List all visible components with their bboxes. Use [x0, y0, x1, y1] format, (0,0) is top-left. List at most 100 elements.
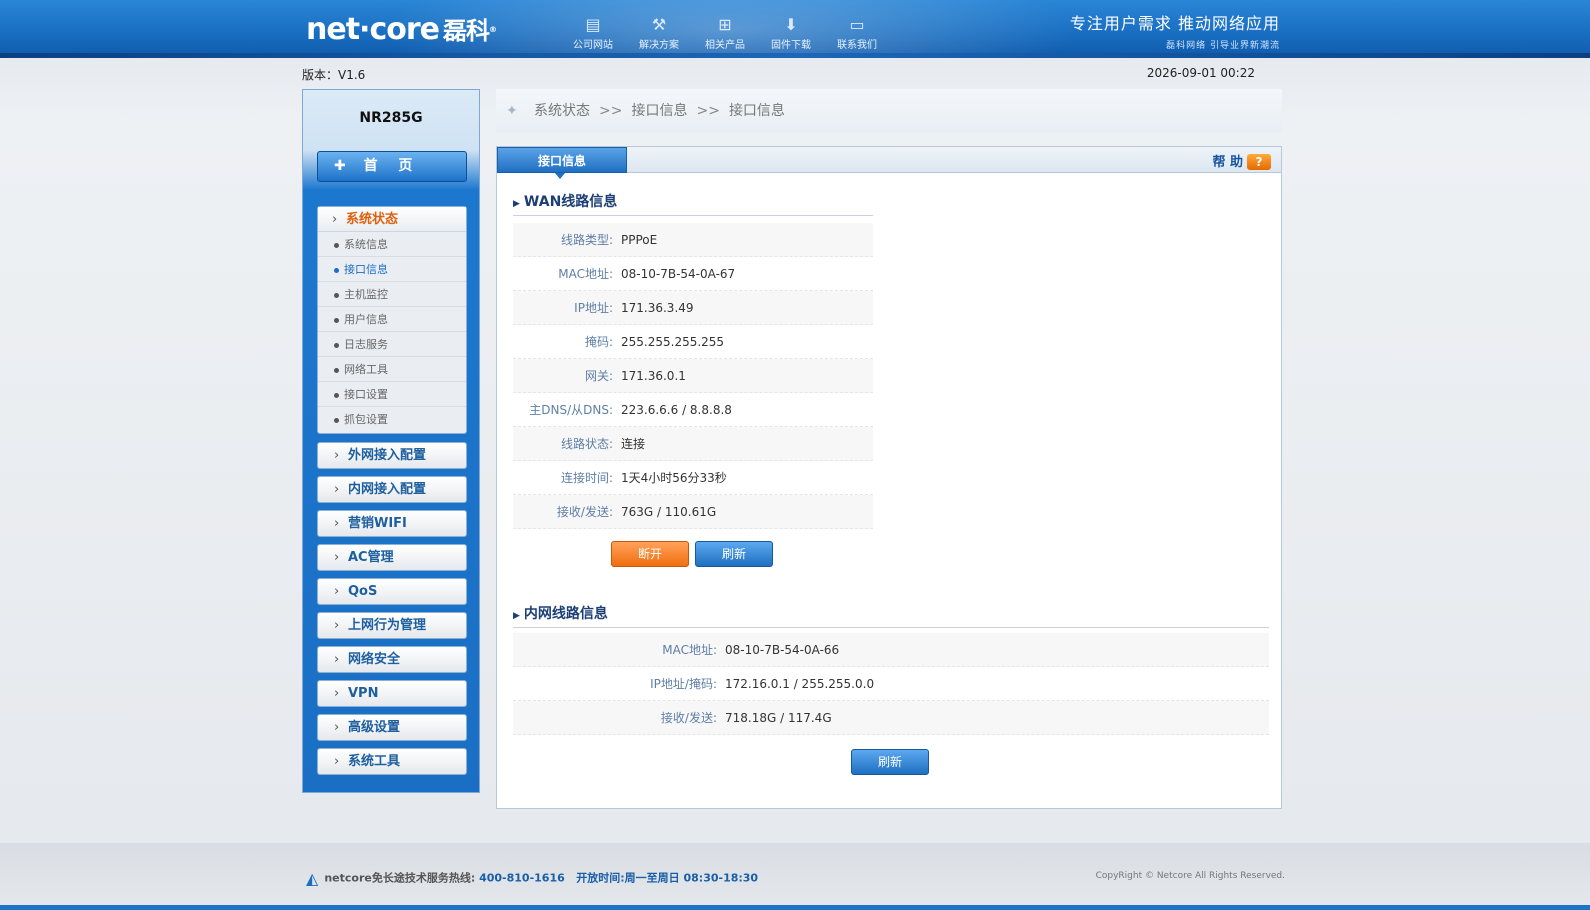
chevron-right-icon: ›	[334, 754, 340, 769]
bullet-icon	[334, 367, 339, 373]
section-title-text: 内网线路信息	[523, 606, 608, 622]
sub-item-interface-settings[interactable]: 接口设置	[318, 382, 466, 407]
copyright: CopyRight © Netcore All Rights Reserved.	[1095, 871, 1285, 881]
home-label: 首 页	[363, 158, 421, 174]
menu-vpn[interactable]: › VPN	[317, 680, 467, 707]
chevron-right-icon: ›	[332, 212, 338, 227]
menu-system-status[interactable]: › 系统状态	[318, 207, 466, 232]
table-row: 线路类型: PPPoE	[513, 223, 873, 257]
bullet-icon	[334, 417, 339, 423]
table-row: MAC地址: 08-10-7B-54-0A-66	[513, 633, 1269, 667]
chevron-right-icon: ›	[334, 516, 340, 531]
chevron-right-icon: ›	[334, 618, 340, 633]
website-icon: ▤	[585, 15, 601, 34]
sparkle-icon: ✦	[506, 103, 518, 119]
home-button[interactable]: ✚ 首 页	[317, 151, 467, 182]
row-value: 08-10-7B-54-0A-67	[621, 267, 736, 281]
breadcrumb-item[interactable]: 接口信息	[631, 103, 687, 119]
sub-item-user-info[interactable]: 用户信息	[318, 307, 466, 332]
chat-icon: ▭	[849, 15, 865, 34]
sub-item-label: 抓包设置	[344, 413, 388, 426]
disconnect-button[interactable]: 断开	[611, 541, 689, 567]
menu-label: AC管理	[348, 550, 394, 565]
sub-item-capture-settings[interactable]: 抓包设置	[318, 407, 466, 432]
row-value: 255.255.255.255	[621, 335, 725, 349]
menu-ac-management[interactable]: › AC管理	[317, 544, 467, 571]
bullet-icon	[334, 292, 339, 298]
menu-behavior-management[interactable]: › 上网行为管理	[317, 612, 467, 639]
help-button[interactable]: 帮 助?	[1212, 151, 1271, 170]
menu-qos[interactable]: › QoS	[317, 578, 467, 605]
question-icon: ?	[1247, 154, 1271, 170]
menu-marketing-wifi[interactable]: › 营销WIFI	[317, 510, 467, 537]
menu-system-tools[interactable]: › 系统工具	[317, 748, 467, 775]
nav-solutions[interactable]: ⚒ 解决方案	[626, 14, 692, 51]
row-label: 主DNS/从DNS:	[529, 403, 613, 417]
slogan: 专注用户需求 推动网络应用 磊科网络 引导业界新潮流	[1070, 10, 1280, 51]
triangle-right-icon: ▶	[513, 199, 520, 209]
breadcrumb-sep: >>	[599, 103, 623, 119]
download-icon: ⬇	[784, 15, 798, 34]
breadcrumb-item-current: 接口信息	[728, 103, 785, 119]
tools-icon: ⚒	[651, 15, 667, 34]
chevron-right-icon: ›	[334, 686, 340, 701]
menu-label: 外网接入配置	[348, 448, 427, 463]
row-label: 网关:	[584, 369, 613, 383]
menu-network-security[interactable]: › 网络安全	[317, 646, 467, 673]
sub-item-interface-info[interactable]: 接口信息	[318, 257, 466, 282]
breadcrumb-sep: >>	[696, 103, 720, 119]
table-row: 连接时间: 1天4小时56分33秒	[513, 461, 873, 495]
menu-advanced-settings[interactable]: › 高级设置	[317, 714, 467, 741]
triangle-right-icon: ▶	[513, 611, 520, 621]
row-label: IP地址/掩码:	[650, 677, 717, 691]
wan-refresh-button[interactable]: 刷新	[695, 541, 773, 567]
bullet-icon	[334, 342, 339, 348]
row-label: 连接时间:	[560, 471, 613, 485]
hotline-number: 400-810-1616	[479, 871, 565, 885]
sub-item-log-service[interactable]: 日志服务	[318, 332, 466, 357]
hotline: ◭ netcore免长途技术服务热线: 400-810-1616 开放时间:周一至…	[306, 869, 758, 888]
top-nav: ▤ 公司网站 ⚒ 解决方案 ⊞ 相关产品 ⬇ 固件下载 ▭ 联系我们	[560, 14, 890, 51]
lan-refresh-button[interactable]: 刷新	[851, 749, 929, 775]
row-value: 763G / 110.61G	[621, 505, 717, 519]
bullet-icon	[334, 267, 339, 273]
logo-text: net·core	[306, 12, 440, 47]
row-label: 线路状态:	[560, 437, 613, 451]
netcore-bird-icon: ◭	[306, 869, 319, 888]
chevron-right-icon: ›	[334, 482, 340, 497]
nav-firmware[interactable]: ⬇ 固件下载	[758, 14, 824, 51]
chevron-right-icon: ›	[334, 584, 340, 599]
row-value: 连接	[621, 437, 646, 451]
tab-bar: 接口信息 帮 助?	[497, 147, 1281, 179]
table-row: 网关: 171.36.0.1	[513, 359, 873, 393]
sub-item-network-tools[interactable]: 网络工具	[318, 357, 466, 382]
row-value: 718.18G / 117.4G	[725, 711, 832, 725]
section-title-text: WAN线路信息	[523, 194, 618, 210]
sub-item-host-monitor[interactable]: 主机监控	[318, 282, 466, 307]
breadcrumb-item[interactable]: 系统状态	[534, 103, 590, 119]
row-value: 1天4小时56分33秒	[621, 471, 727, 485]
nav-contact[interactable]: ▭ 联系我们	[824, 14, 890, 51]
tab-interface-info[interactable]: 接口信息	[497, 147, 627, 179]
slogan-main: 专注用户需求 推动网络应用	[1069, 14, 1280, 33]
top-header: net·core 磊科® ▤ 公司网站 ⚒ 解决方案 ⊞ 相关产品 ⬇ 固件下载 …	[0, 0, 1590, 58]
menu-wan-config[interactable]: › 外网接入配置	[317, 442, 467, 469]
help-label: 帮 助	[1212, 155, 1243, 170]
table-row: 接收/发送: 763G / 110.61G	[513, 495, 873, 529]
nav-products[interactable]: ⊞ 相关产品	[692, 14, 758, 51]
table-row: 掩码: 255.255.255.255	[513, 325, 873, 359]
router-icon: ⊞	[718, 15, 732, 34]
footer: ◭ netcore免长途技术服务热线: 400-810-1616 开放时间:周一至…	[0, 843, 1590, 910]
nav-company-site[interactable]: ▤ 公司网站	[560, 14, 626, 51]
version-label: 版本：V1.6	[302, 68, 366, 82]
row-label: IP地址:	[574, 301, 613, 315]
row-value: 08-10-7B-54-0A-66	[725, 643, 840, 657]
table-row: MAC地址: 08-10-7B-54-0A-67	[513, 257, 873, 291]
netcore-logo[interactable]: net·core 磊科®	[306, 10, 497, 51]
sub-item-system-info[interactable]: 系统信息	[318, 232, 466, 257]
row-label: 线路类型:	[560, 233, 613, 247]
menu-label: QoS	[348, 584, 378, 599]
hours-prefix: 开放时间:	[576, 871, 625, 885]
slogan-sub: 磊科网络 引导业界新潮流	[1166, 41, 1280, 51]
menu-lan-config[interactable]: › 内网接入配置	[317, 476, 467, 503]
